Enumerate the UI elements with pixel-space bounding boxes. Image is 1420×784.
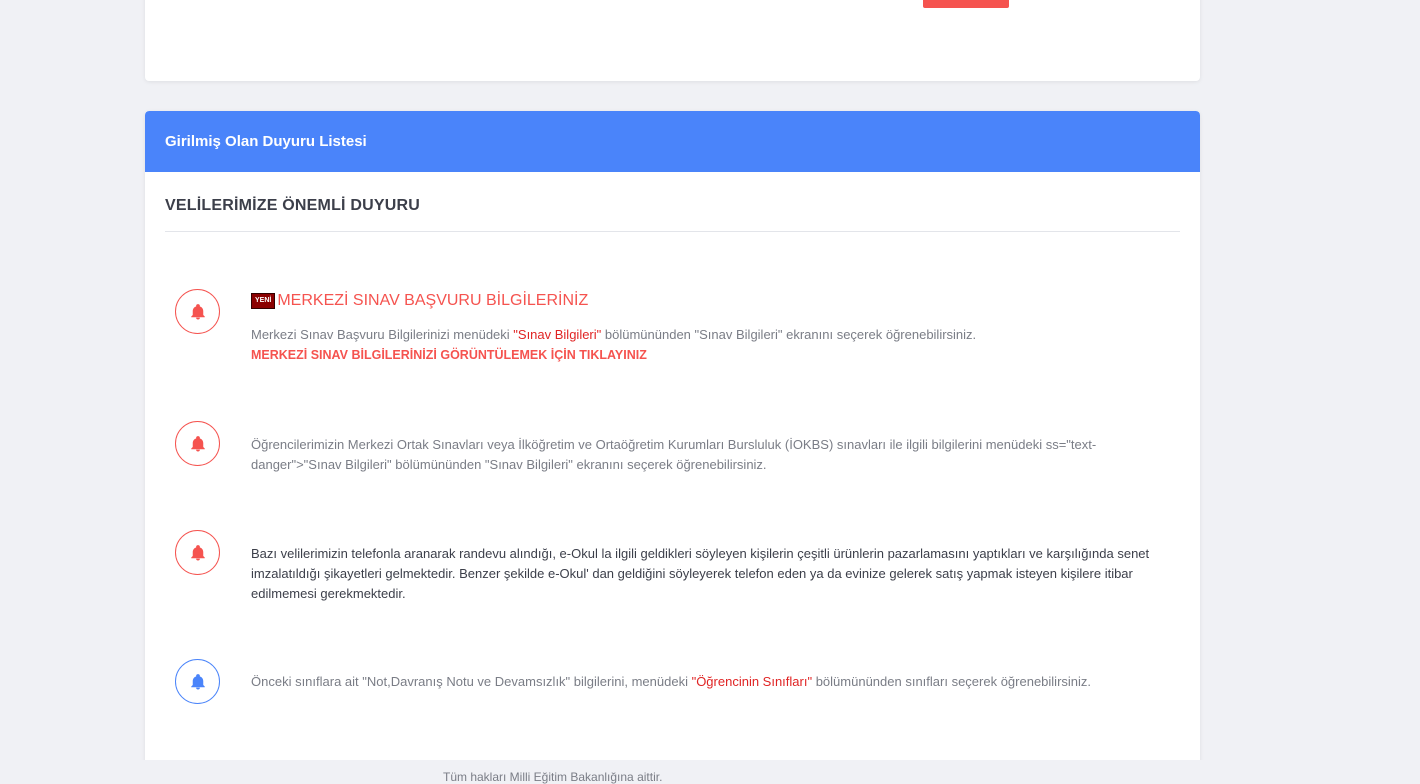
notice-title-text: MERKEZİ SINAV BAŞVURU BİLGİLERİNİZ (277, 292, 589, 309)
notice-text-part: bölümününden sınıfları seçerek öğrenebil… (812, 674, 1092, 689)
menu-highlight: "Öğrencinin Sınıfları" (691, 674, 813, 689)
exam-info-link[interactable]: MERKEZİ SINAV BİLGİLERİNİZİ GÖRÜNTÜLEMEK… (251, 345, 1151, 365)
notice-text: Merkezi Sınav Başvuru Bilgilerinizi menü… (251, 325, 1151, 345)
footer: Tüm hakları Milli Eğitim Bakanlığına ait… (0, 760, 1420, 784)
card-header-title: Girilmiş Olan Duyuru Listesi (165, 133, 367, 150)
notice-text-part: Merkezi Sınav Başvuru Bilgilerinizi menü… (251, 327, 514, 342)
notice-text: Bazı velilerimizin telefonla aranarak ra… (251, 546, 1150, 601)
bell-icon (175, 421, 220, 466)
notice-text: Öğrencilerimizin Merkezi Ortak Sınavları… (251, 437, 1097, 472)
previous-card (145, 0, 1200, 81)
new-badge: YENİ (251, 293, 276, 309)
notice-text-part: Önceki sınıflara ait "Not,Davranış Notu … (251, 674, 692, 689)
notice-body: YENİ MERKEZİ SINAV BAŞVURU BİLGİLERİNİZ … (251, 291, 1151, 365)
notice-text: Önceki sınıflara ait "Not,Davranış Notu … (251, 672, 1151, 692)
bell-icon (175, 530, 220, 575)
notice-text-part: bölümününden "Sınav Bilgileri" ekranını … (601, 327, 977, 342)
announcement-card: Girilmiş Olan Duyuru Listesi VELİLERİMİZ… (145, 111, 1200, 771)
red-action-button[interactable] (923, 0, 1009, 8)
section-title: VELİLERİMİZE ÖNEMLİ DUYURU (165, 197, 1180, 232)
notice-title: YENİ MERKEZİ SINAV BAŞVURU BİLGİLERİNİZ (251, 291, 1151, 311)
menu-highlight: "Sınav Bilgileri" (513, 327, 602, 342)
card-header: Girilmiş Olan Duyuru Listesi (145, 111, 1200, 172)
bell-icon (175, 659, 220, 704)
bell-icon (175, 289, 220, 334)
